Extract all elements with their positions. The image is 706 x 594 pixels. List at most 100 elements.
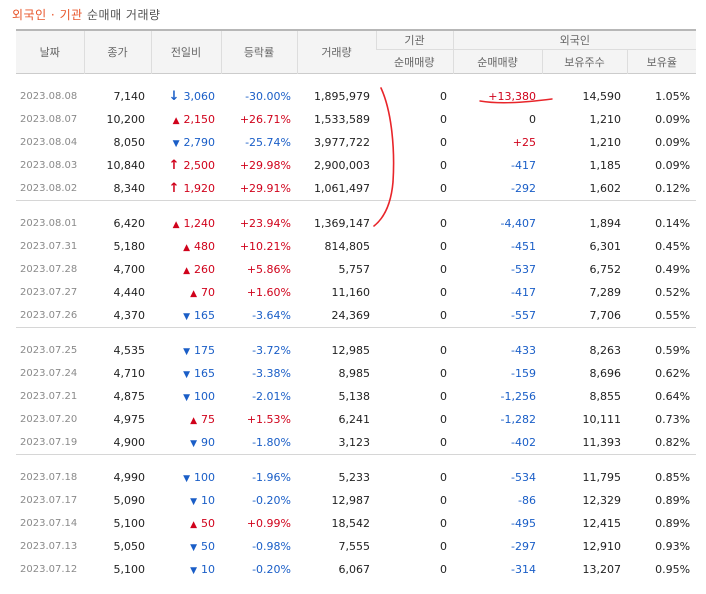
volume-cell: 5,757 [338, 263, 371, 276]
rate-cell: -0.20% [252, 563, 291, 576]
holdings-cell: 11,393 [582, 436, 622, 449]
date-cell: 2023.07.31 [20, 241, 78, 252]
section-title: 외국인 · 기관 순매매 거래량 [12, 6, 161, 23]
triangle-up-icon: ▲ [172, 116, 180, 126]
triangle-down-icon: ▼ [190, 439, 197, 449]
holdings-cell: 10,111 [582, 413, 622, 426]
triangle-down-icon: ▼ [183, 393, 190, 403]
triangle-down-icon: ▼ [190, 543, 197, 553]
close-cell: 4,975 [113, 413, 146, 426]
rate-cell: +29.98% [239, 159, 291, 172]
holdings-cell: 1,602 [589, 182, 622, 195]
volume-cell: 3,977,722 [314, 136, 370, 149]
group-separator [16, 200, 697, 212]
table-row: 2023.07.28 4,700 ▲ 260 +5.86% 5,757 0 -537 6,752… [16, 258, 696, 281]
rate-cell: -3.72% [252, 344, 291, 357]
change-value: 1,240 [183, 217, 216, 230]
date-cell: 2023.07.12 [20, 564, 78, 575]
holdings-cell: 14,590 [582, 90, 622, 103]
foreign-net-cell: -537 [511, 263, 536, 276]
institution-net-cell: 0 [440, 367, 447, 380]
rate-cell: -0.98% [252, 540, 291, 553]
date-cell: 2023.08.02 [20, 183, 78, 194]
foreign-net-cell: -433 [511, 344, 536, 357]
institution-net-cell: 0 [440, 90, 447, 103]
institution-net-cell: 0 [440, 182, 447, 195]
institution-net-cell: 0 [440, 286, 447, 299]
volume-cell: 1,061,497 [314, 182, 370, 195]
triangle-down-icon: ▼ [190, 497, 197, 507]
volume-cell: 6,241 [338, 413, 371, 426]
change-cell: ▲ 50 [151, 512, 221, 535]
table-row: 2023.07.26 4,370 ▼ 165 -3.64% 24,369 0 -557 7,70… [16, 304, 696, 328]
date-cell: 2023.07.18 [20, 472, 78, 483]
table-row: 2023.07.20 4,975 ▲ 75 +1.53% 6,241 0 -1,282 10,1… [16, 408, 696, 431]
close-cell: 5,100 [113, 517, 146, 530]
rate-cell: -30.00% [245, 90, 291, 103]
volume-cell: 11,160 [331, 286, 371, 299]
foreign-net-cell: +13,380 [488, 90, 536, 103]
close-cell: 8,050 [113, 136, 146, 149]
foreign-net-cell: -297 [511, 540, 536, 553]
date-cell: 2023.07.24 [20, 368, 78, 379]
volume-cell: 814,805 [324, 240, 371, 253]
change-value: 165 [194, 367, 215, 380]
foreign-net-cell: -534 [511, 471, 536, 484]
table-row: 2023.07.18 4,990 ▼ 100 -1.96% 5,233 0 -534 11,79… [16, 466, 696, 489]
rate-cell: +10.21% [239, 240, 291, 253]
header-institution-group: 기관 [375, 30, 453, 50]
date-cell: 2023.07.14 [20, 518, 78, 529]
volume-cell: 18,542 [331, 517, 371, 530]
institution-net-cell: 0 [440, 517, 447, 530]
institution-net-cell: 0 [440, 494, 447, 507]
holdings-cell: 1,210 [589, 136, 622, 149]
volume-cell: 12,987 [331, 494, 371, 507]
date-cell: 2023.07.28 [20, 264, 78, 275]
header-date: 날짜 [16, 30, 84, 74]
close-cell: 4,535 [113, 344, 146, 357]
holdings-cell: 1,185 [589, 159, 622, 172]
foreign-net-cell: -557 [511, 309, 536, 322]
ratio-cell: 0.89% [655, 494, 691, 507]
foreign-net-cell: -451 [511, 240, 536, 253]
table-row: 2023.07.21 4,875 ▼ 100 -2.01% 5,138 0 -1,256 8,8… [16, 385, 696, 408]
close-cell: 4,990 [113, 471, 146, 484]
header-holdings: 보유주수 [541, 49, 627, 74]
change-cell: ▼ 165 [151, 304, 221, 328]
table-row: 2023.08.03 10,840 ↑ 2,500 +29.98% 2,900,003 0 -… [16, 154, 696, 177]
rate-cell: +1.60% [246, 286, 291, 299]
date-cell: 2023.08.03 [20, 160, 78, 171]
table-row: 2023.08.07 10,200 ▲ 2,150 +26.71% 1,533,589 0 0… [16, 108, 696, 131]
triangle-up-icon: ▲ [183, 266, 190, 276]
change-value: 2,790 [183, 136, 216, 149]
close-cell: 6,420 [113, 217, 146, 230]
change-cell: ▼ 90 [151, 431, 221, 455]
bold-up-arrow-icon: ↑ [168, 181, 180, 196]
ratio-cell: 0.85% [655, 471, 691, 484]
ratio-cell: 0.49% [655, 263, 691, 276]
rate-cell: +26.71% [239, 113, 291, 126]
change-cell: ▼ 100 [151, 385, 221, 408]
change-value: 50 [201, 540, 215, 553]
table-row: 2023.07.13 5,050 ▼ 50 -0.98% 7,555 0 -297 12,910… [16, 535, 696, 558]
triangle-down-icon: ▼ [190, 566, 197, 576]
rate-cell: +0.99% [246, 517, 291, 530]
close-cell: 4,700 [113, 263, 146, 276]
triangle-down-icon: ▼ [183, 347, 190, 357]
table-row: 2023.08.04 8,050 ▼ 2,790 -25.74% 3,977,722 0 +2… [16, 131, 696, 154]
change-value: 10 [201, 563, 215, 576]
title-net-volume: 순매매 거래량 [86, 8, 161, 22]
group-separator [16, 454, 697, 466]
table-row: 2023.07.12 5,100 ▼ 10 -0.20% 6,067 0 -314 13,207… [16, 558, 696, 581]
change-cell: ▼ 100 [151, 466, 221, 489]
triangle-up-icon: ▲ [183, 243, 190, 253]
row-spacer [16, 74, 696, 86]
volume-cell: 12,985 [331, 344, 371, 357]
close-cell: 5,180 [113, 240, 146, 253]
ratio-cell: 0.82% [655, 436, 691, 449]
change-cell: ▲ 1,240 [151, 212, 221, 235]
volume-cell: 1,369,147 [314, 217, 370, 230]
bold-up-arrow-icon: ↑ [168, 158, 180, 173]
holdings-cell: 1,210 [589, 113, 622, 126]
change-value: 100 [194, 471, 215, 484]
